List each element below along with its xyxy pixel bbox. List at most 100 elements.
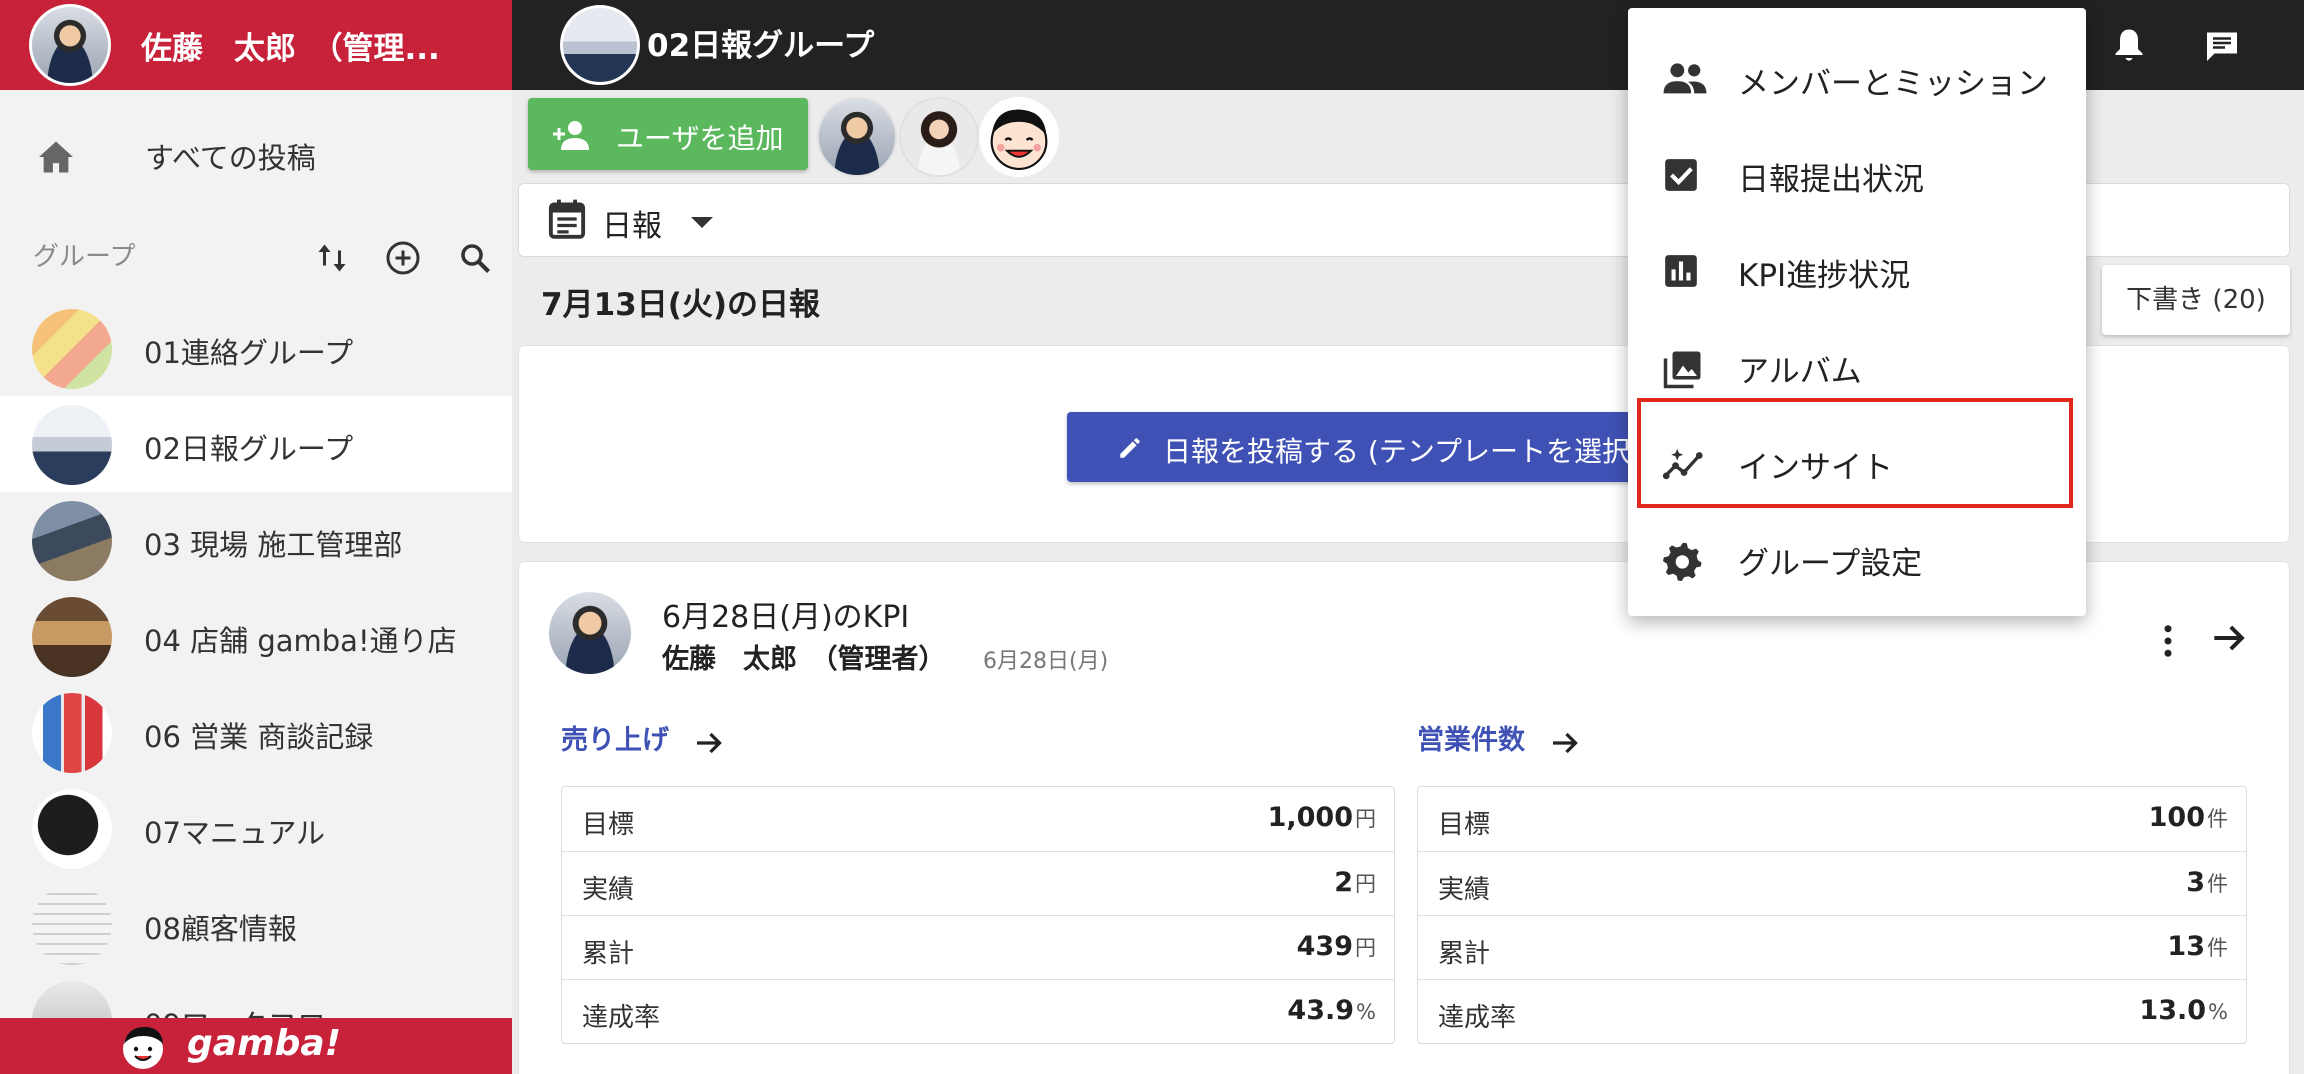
group-thumb-team-photo [32,405,112,485]
kpi-row-unit: 件 [2207,936,2228,960]
people-icon [1663,63,1707,94]
group-thumb-construction [32,501,112,581]
group-item-07[interactable]: 07マニュアル [0,780,512,876]
checkbox-icon [1665,159,1697,191]
group-item-label: 02日報グループ [144,432,354,466]
kpi-row-unit: 円 [1355,807,1376,831]
kpi-row: 目標 100件 [1418,787,2246,851]
kpi-title: 6月28日(月)のKPI [662,600,910,635]
kpi-row-label: 達成率 [1438,1003,1517,1033]
group-thumb-sticky-notes [32,309,112,389]
kpi-row-unit: % [1356,1000,1376,1024]
more-vert-icon[interactable] [2147,620,2189,662]
add-user-button[interactable]: ユーザを追加 [528,98,808,170]
add-user-label: ユーザを追加 [616,122,784,155]
member-avatar[interactable] [979,97,1059,177]
bar-chart-icon [1665,255,1697,287]
menu-item-report-status[interactable]: 日報提出状況 [1628,126,2086,222]
author-avatar[interactable] [549,592,631,674]
menu-item-kpi-progress[interactable]: KPI進捗状況 [1628,222,2086,318]
member-avatar[interactable] [817,97,897,177]
menu-item-label: メンバーとミッション [1738,66,2048,102]
bell-icon[interactable] [2111,26,2147,66]
footer-brand[interactable]: gamba! [0,1018,512,1074]
post-report-button[interactable]: 日報を投稿する (テンプレートを選択) [1067,412,1707,482]
kpi-row-value: 2 [1334,867,1353,898]
kpi-card: 6月28日(月)のKPI 佐藤 太郎 （管理者） 6月28日(月) 売り上げ 目… [518,561,2290,1074]
pencil-icon [1120,438,1140,458]
draft-button[interactable]: 下書き (20) [2102,265,2290,335]
dropdown-caret-icon [691,217,713,228]
menu-item-members-missions[interactable]: メンバーとミッション [1628,30,2086,126]
kpi-row-label: 目標 [1438,810,1491,840]
group-header-label: グループ [33,242,136,272]
group-menu: メンバーとミッション 日報提出状況 KPI進捗状況 アルバム インサイト グルー… [1628,8,2086,616]
kpi-row-label: 累計 [582,939,635,969]
date-heading: 7月13日(火)の日報 [541,287,821,323]
kpi-table-sales: 目標 1,000円 実績 2円 累計 439円 達成率 43.9% [561,786,1395,1044]
kpi-date: 6月28日(月) [983,649,1109,674]
kpi-row-label: 目標 [582,810,635,840]
arrow-right-icon[interactable] [691,725,727,761]
kpi-section-title-sales[interactable]: 売り上げ [561,718,669,757]
arrow-right-icon[interactable] [2207,616,2251,660]
group-item-02[interactable]: 02日報グループ [0,396,512,492]
sort-icon[interactable] [314,240,350,276]
group-item-label: 03 現場 施工管理部 [144,528,403,562]
search-icon[interactable] [457,240,493,276]
group-item-label: 04 店舗 gamba!通り店 [144,624,457,658]
arrow-right-icon[interactable] [1547,725,1583,761]
kpi-table-sales-count: 目標 100件 実績 3件 累計 13件 達成率 13.0% [1417,786,2247,1044]
kpi-row-label: 達成率 [582,1003,661,1033]
sidebar: 佐藤 太郎 （管理... すべての投稿 グループ 01連絡グループ 02日報グル… [0,0,512,1074]
group-item-label: 08顧客情報 [144,912,297,946]
menu-item-label: KPI進捗状況 [1738,258,1911,294]
home-icon [39,141,73,173]
kpi-row-value: 100 [2148,802,2205,833]
group-item-06[interactable]: 06 営業 商談記録 [0,684,512,780]
group-item-label: 07マニュアル [144,816,326,850]
kpi-row-value: 13 [2167,931,2205,962]
group-item-03[interactable]: 03 現場 施工管理部 [0,492,512,588]
add-circle-icon[interactable] [385,240,421,276]
group-item-label: 01連絡グループ [144,336,354,370]
highlight-annotation-box [1637,398,2073,508]
user-bar[interactable]: 佐藤 太郎 （管理... [0,0,512,90]
group-avatar[interactable] [560,5,640,85]
group-item-04[interactable]: 04 店舗 gamba!通り店 [0,588,512,684]
kpi-row-unit: 円 [1355,872,1376,896]
nav-all-posts[interactable]: すべての投稿 [0,118,512,194]
kpi-row-value: 43.9 [1287,995,1355,1026]
chat-icon[interactable] [2204,28,2240,64]
mascot-logo-icon [123,1026,163,1069]
kpi-row-unit: 件 [2207,872,2228,896]
brand-logo-text: gamba! [187,1023,342,1064]
kpi-row-value: 13.0 [2139,995,2207,1026]
kpi-row: 目標 1,000円 [562,787,1394,851]
kpi-author: 佐藤 太郎 （管理者） [662,644,946,675]
kpi-row: 達成率 43.9% [562,979,1394,1043]
mascot-face-icon [981,99,1057,175]
post-report-label: 日報を投稿する (テンプレートを選択) [1163,435,1641,468]
kpi-row-value: 3 [2186,867,2205,898]
kpi-row: 累計 13件 [1418,915,2246,979]
kpi-row: 達成率 13.0% [1418,979,2246,1043]
group-thumb-binders [32,693,112,773]
member-avatar[interactable] [899,97,979,177]
kpi-section-title-sales-count[interactable]: 営業件数 [1417,718,1525,757]
kpi-row-unit: 件 [2207,807,2228,831]
kpi-row: 累計 439円 [562,915,1394,979]
user-avatar[interactable] [29,4,111,86]
user-name: 佐藤 太郎 （管理... [141,30,440,67]
kpi-row-label: 累計 [1438,939,1491,969]
photo-library-icon [1663,351,1701,389]
calendar-icon [548,199,586,239]
kpi-row-value: 1,000 [1267,802,1353,833]
menu-item-group-settings[interactable]: グループ設定 [1628,510,2086,606]
kpi-row-unit: 円 [1355,936,1376,960]
kpi-row-label: 実績 [582,875,635,905]
group-thumb-store [32,597,112,677]
group-header: グループ [0,226,512,286]
group-item-01[interactable]: 01連絡グループ [0,300,512,396]
group-item-08[interactable]: 08顧客情報 [0,876,512,972]
